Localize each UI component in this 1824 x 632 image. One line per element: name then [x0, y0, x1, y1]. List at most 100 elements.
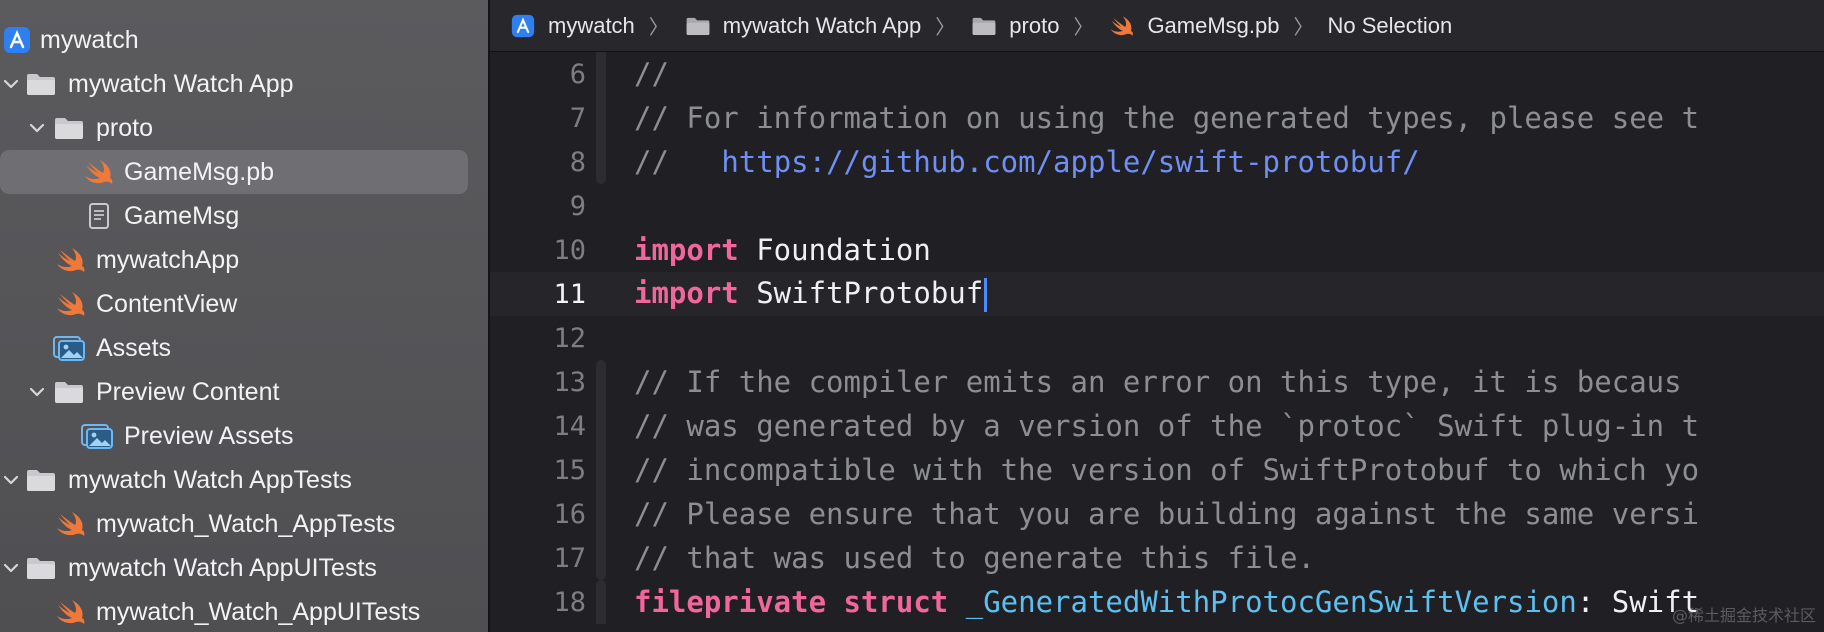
line-number: 10: [553, 234, 586, 266]
nav-item-label: mywatch_Watch_AppUITests: [96, 597, 421, 626]
folder-icon: [52, 113, 86, 143]
nav-item-label: mywatch_Watch_AppTests: [96, 509, 396, 538]
code-text: fileprivate struct _GeneratedWithProtocG…: [634, 585, 1699, 619]
swift-icon: [54, 509, 88, 539]
code-text: // incompatible with the version of Swif…: [634, 453, 1700, 487]
code-line[interactable]: 14 // was generated by a version of the …: [490, 404, 1824, 448]
swift-icon: [1107, 13, 1137, 39]
breadcrumb-separator-icon: 〉: [935, 17, 956, 39]
line-number: 15: [553, 454, 586, 486]
nav-item-label: GameMsg: [124, 201, 240, 230]
breadcrumb-item-proto[interactable]: proto 〉: [969, 11, 1107, 40]
nav-item-contentview[interactable]: ContentView: [0, 282, 470, 326]
nav-item-mywatch-watch-appuitests[interactable]: mywatch Watch AppUITests: [0, 546, 470, 590]
folder-icon: [24, 465, 58, 495]
nav-item-label: mywatchApp: [96, 245, 240, 274]
keyword-token: fileprivate struct: [634, 585, 949, 619]
fold-ribbon[interactable]: [596, 580, 606, 624]
code-line[interactable]: 16 // Please ensure that you are buildin…: [490, 492, 1824, 536]
code-text: //: [634, 57, 669, 91]
nav-item-label: proto: [96, 113, 153, 142]
code-line[interactable]: 12: [490, 316, 1824, 360]
code-text: // https://github.com/apple/swift-protob…: [634, 145, 1420, 179]
nav-item-label: ContentView: [96, 289, 238, 318]
comment-token: //: [634, 145, 722, 179]
fold-ribbon[interactable]: [596, 140, 606, 184]
nav-item-gamemsg-pb[interactable]: GameMsg.pb: [0, 150, 468, 194]
line-number: 9: [569, 190, 586, 222]
url-link[interactable]: https://github.com/apple/swift-protobuf/: [721, 145, 1419, 179]
nav-item-mywatch-watch-app[interactable]: mywatch Watch App: [0, 62, 470, 106]
keyword-token: import: [634, 276, 739, 310]
code-line[interactable]: 15 // incompatible with the version of S…: [490, 448, 1824, 492]
code-text: // that was used to generate this file.: [634, 541, 1315, 575]
fold-ribbon[interactable]: [596, 536, 606, 580]
code-text: // For information on using the generate…: [634, 101, 1700, 135]
nav-item-assets[interactable]: Assets: [0, 326, 470, 370]
code-line[interactable]: 9: [490, 184, 1824, 228]
breadcrumb-item-symbol[interactable]: No Selection: [1328, 13, 1453, 39]
line-number: 12: [553, 322, 586, 354]
nav-item-label: mywatch Watch App: [68, 69, 294, 98]
keyword-token: import: [634, 233, 739, 267]
folder-icon: [969, 13, 999, 39]
code-line[interactable]: 7 // For information on using the genera…: [490, 96, 1824, 140]
code-line[interactable]: 18 fileprivate struct _GeneratedWithProt…: [490, 580, 1824, 624]
nav-item-mywatchapp[interactable]: mywatchApp: [0, 238, 470, 282]
breadcrumb-label: proto: [1009, 12, 1060, 38]
breadcrumb-item-file[interactable]: GameMsg.pb 〉: [1107, 11, 1327, 40]
type-token: _GeneratedWithProtocGenSwiftVersion: [948, 585, 1577, 619]
code-line[interactable]: 8 // https://github.com/apple/swift-prot…: [490, 140, 1824, 184]
fold-ribbon[interactable]: [596, 360, 606, 404]
nav-item-label: Assets: [96, 333, 172, 362]
watermark: @稀土掘金技术社区: [1671, 606, 1816, 625]
code-line[interactable]: 10 import Foundation: [490, 228, 1824, 272]
breadcrumb-label: mywatch: [548, 12, 635, 38]
breadcrumb: mywatch 〉 mywatch Watch App 〉 proto 〉 Ga…: [490, 0, 1824, 52]
fold-ribbon[interactable]: [596, 448, 606, 492]
line-number: 18: [553, 586, 586, 618]
assets-icon: [80, 421, 114, 451]
source-editor: mywatch 〉 mywatch Watch App 〉 proto 〉 Ga…: [490, 0, 1824, 632]
swift-icon: [54, 289, 88, 319]
code-line[interactable]: 17 // that was used to generate this fil…: [490, 536, 1824, 580]
chevron-down-icon[interactable]: [26, 117, 48, 139]
nav-item-gamemsg[interactable]: GameMsg: [0, 194, 470, 238]
breadcrumb-label: No Selection: [1327, 12, 1453, 38]
app-project-icon: [0, 25, 34, 55]
folder-icon: [52, 377, 86, 407]
folder-icon: [683, 13, 713, 39]
nav-item-preview-assets[interactable]: Preview Assets: [0, 414, 470, 458]
nav-item-proto[interactable]: proto: [0, 106, 470, 150]
folder-icon: [24, 69, 58, 99]
line-number: 17: [553, 542, 586, 574]
fold-ribbon[interactable]: [596, 96, 606, 140]
current-code-line[interactable]: 11 import SwiftProtobuf: [490, 272, 1824, 316]
fold-ribbon[interactable]: [596, 52, 606, 96]
nav-item-mywatch-watch-apptests[interactable]: mywatch Watch AppTests: [0, 458, 470, 502]
nav-item-label: Preview Assets: [124, 421, 294, 450]
fold-ribbon[interactable]: [596, 404, 606, 448]
breadcrumb-separator-icon: 〉: [648, 17, 669, 39]
nav-item-mywatch[interactable]: mywatch: [0, 18, 470, 62]
chevron-down-icon[interactable]: [26, 381, 48, 403]
breadcrumb-item-watch-app[interactable]: mywatch Watch App 〉: [683, 11, 969, 40]
nav-item-mywatch-watch-apptests-file[interactable]: mywatch_Watch_AppTests: [0, 502, 470, 546]
nav-item-label: mywatch: [40, 25, 139, 54]
chevron-down-icon[interactable]: [0, 73, 22, 95]
chevron-down-icon[interactable]: [0, 557, 22, 579]
nav-item-preview-content[interactable]: Preview Content: [0, 370, 470, 414]
document-icon: [82, 201, 116, 231]
code-area[interactable]: 6 // 7 // For information on using the g…: [490, 52, 1824, 632]
code-line[interactable]: 13 // If the compiler emits an error on …: [490, 360, 1824, 404]
breadcrumb-separator-icon: 〉: [1073, 17, 1094, 39]
nav-item-mywatch-watch-appuitests-file[interactable]: mywatch_Watch_AppUITests: [0, 590, 470, 632]
code-line[interactable]: 6 //: [490, 52, 1824, 96]
assets-icon: [52, 333, 86, 363]
chevron-down-icon[interactable]: [0, 469, 22, 491]
project-navigator: mywatch mywatch Watch App proto GameMsg.…: [0, 0, 488, 632]
line-number: 7: [569, 102, 586, 134]
breadcrumb-item-project[interactable]: mywatch 〉: [508, 11, 683, 40]
fold-ribbon[interactable]: [596, 492, 606, 536]
code-text: import Foundation: [634, 233, 931, 267]
